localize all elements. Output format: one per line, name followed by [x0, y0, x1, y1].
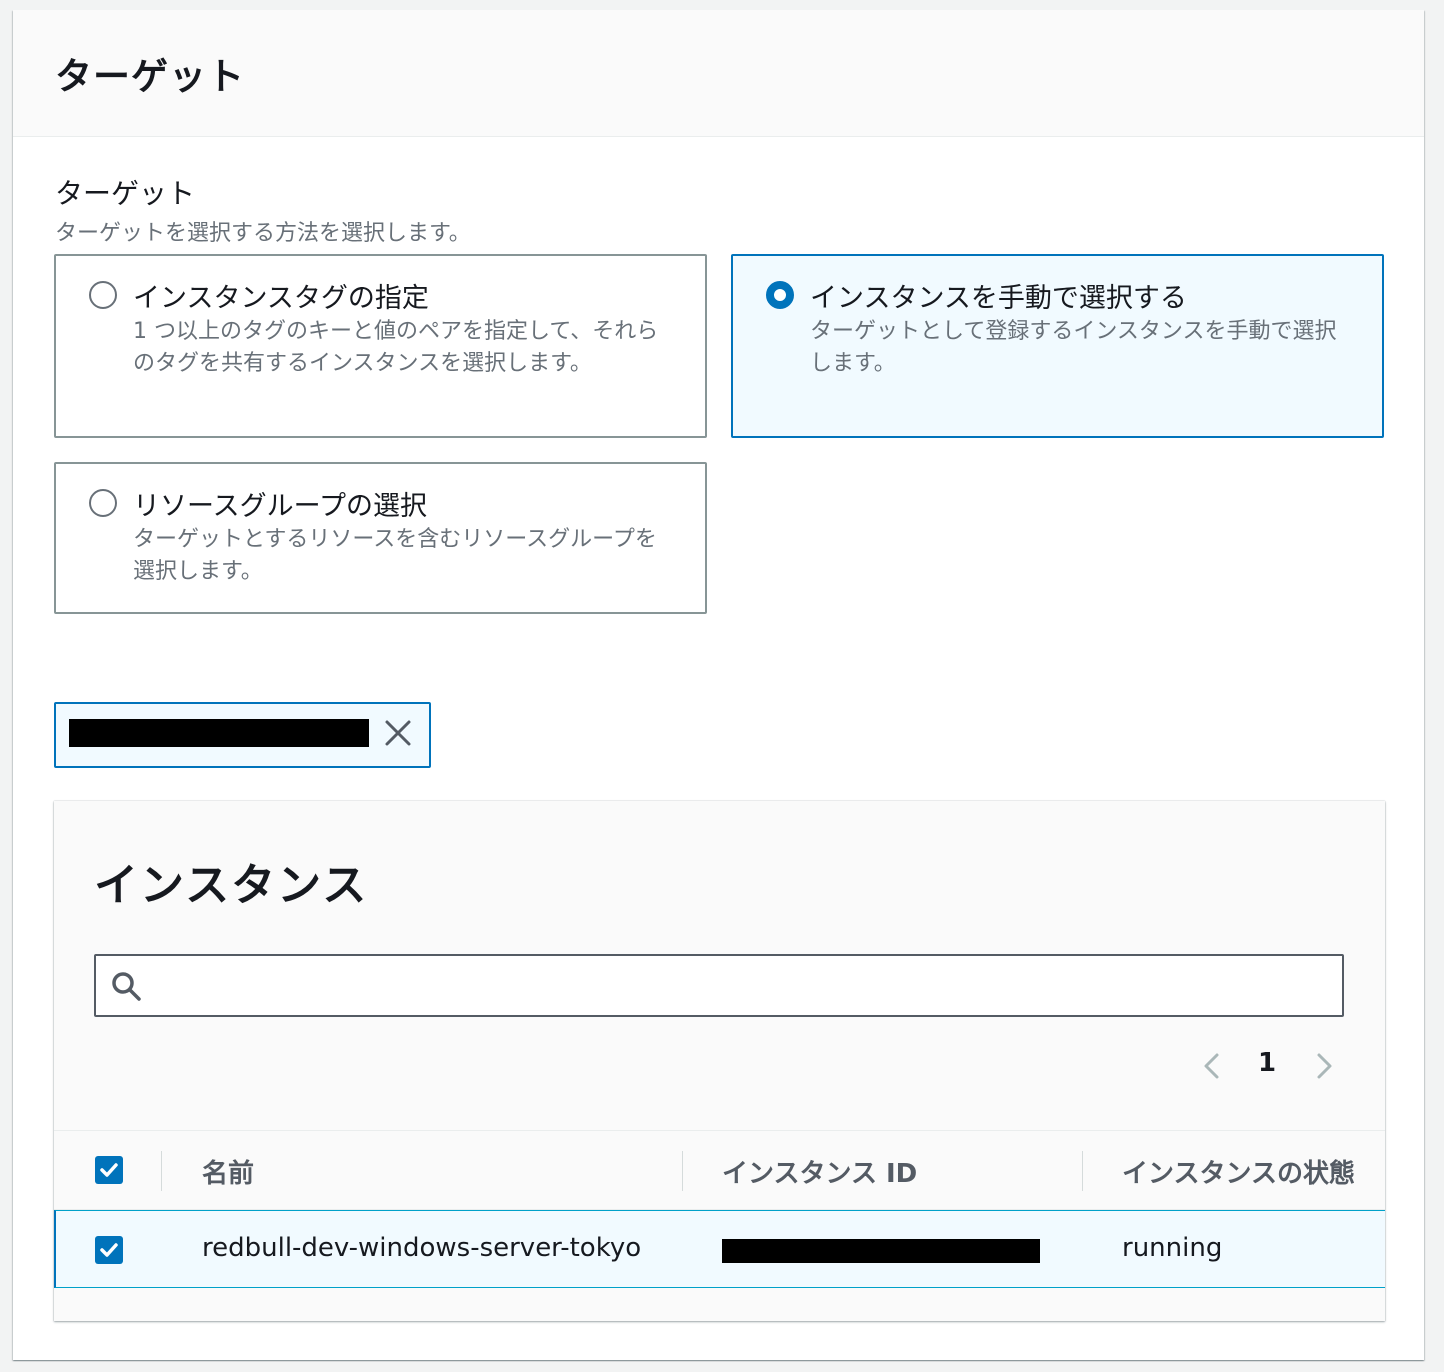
column-separator [682, 1151, 683, 1191]
tile-description: ターゲットとするリソースを含むリソースグループを選択します。 [133, 527, 657, 584]
column-separator [1082, 1151, 1083, 1191]
column-header-name[interactable]: 名前 [202, 1153, 254, 1190]
table-header: 名前 インスタンス ID インスタンスの状態 [54, 1130, 1385, 1210]
instance-name: redbull-dev-windows-server-tokyo [202, 1233, 642, 1263]
instances-container: インスタンス 1 名前 インスタンス ID インスタンスの状態 redbull-… [54, 801, 1385, 1321]
check-icon [100, 1163, 118, 1177]
tile-description: ターゲットとして登録するインスタンスを手動で選択します。 [810, 319, 1337, 376]
radio-choose-instances-manually[interactable] [766, 281, 794, 309]
page-number[interactable]: 1 [1258, 1048, 1276, 1078]
instances-title: インスタンス [94, 860, 369, 911]
redacted-instance-id [722, 1239, 1040, 1263]
panel-header: ターゲット [13, 10, 1424, 137]
radio-choose-resource-group[interactable] [89, 489, 117, 517]
tile-title: インスタンスを手動で選択する [810, 283, 1187, 314]
select-all-checkbox[interactable] [95, 1156, 123, 1184]
search-input[interactable] [156, 964, 1326, 1008]
instance-state: running [1122, 1233, 1223, 1263]
tile-title: リソースグループの選択 [133, 491, 428, 522]
tile-specify-instance-tags[interactable]: インスタンスタグの指定 1 つ以上のタグのキーと値のペアを指定して、それらのタグ… [54, 254, 707, 438]
check-icon [100, 1243, 118, 1257]
chevron-right-icon[interactable] [1311, 1051, 1337, 1081]
chevron-left-icon[interactable] [1199, 1051, 1225, 1081]
target-field-label: ターゲット [55, 177, 196, 210]
tile-description: 1 つ以上のタグのキーと値のペアを指定して、それらのタグを共有するインスタンスを… [133, 319, 659, 376]
tile-choose-instances-manually[interactable]: インスタンスを手動で選択する ターゲットとして登録するインスタンスを手動で選択し… [731, 254, 1384, 438]
tile-choose-resource-group[interactable]: リソースグループの選択 ターゲットとするリソースを含むリソースグループを選択しま… [54, 462, 707, 614]
panel-title: ターゲット [55, 55, 245, 98]
close-icon [385, 720, 411, 746]
table-row[interactable]: redbull-dev-windows-server-tokyo running [54, 1210, 1385, 1288]
column-header-instance-state[interactable]: インスタンスの状態 [1122, 1153, 1355, 1190]
instance-search[interactable] [94, 954, 1344, 1017]
column-separator [161, 1151, 162, 1191]
tile-title: インスタンスタグの指定 [133, 283, 429, 314]
row-checkbox[interactable] [95, 1236, 123, 1264]
column-header-instance-id[interactable]: インスタンス ID [722, 1153, 917, 1190]
redacted-instance-label [69, 719, 369, 747]
dismiss-token-button[interactable] [382, 715, 414, 751]
search-icon [112, 972, 141, 1001]
radio-specify-instance-tags[interactable] [89, 281, 117, 309]
targets-panel: ターゲット ターゲット ターゲットを選択する方法を選択します。 インスタンスタグ… [13, 10, 1424, 1360]
selected-instance-token [54, 702, 431, 768]
target-field-description: ターゲットを選択する方法を選択します。 [55, 221, 471, 246]
